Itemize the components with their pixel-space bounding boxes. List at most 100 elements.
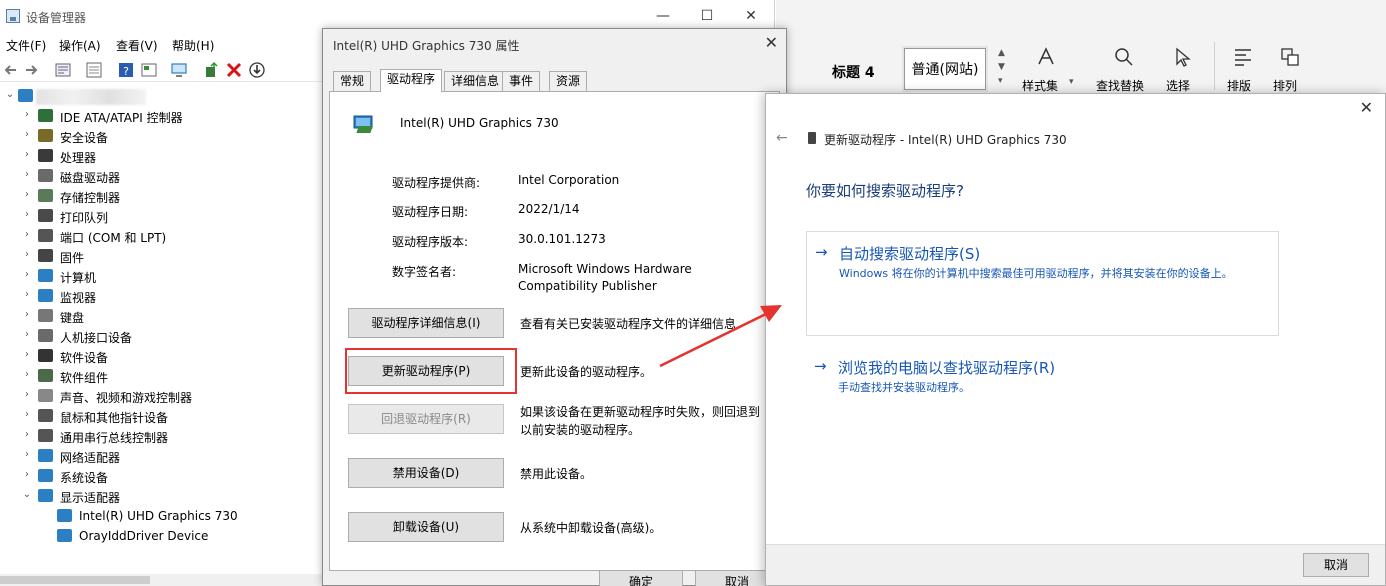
maximize-button[interactable]: ☐	[684, 4, 730, 28]
chevron-right-icon[interactable]: ›	[21, 409, 33, 420]
arrange-icon[interactable]	[1279, 46, 1301, 68]
style-box-normal-web[interactable]: 普通(网站)	[904, 48, 986, 90]
device-category-icon	[38, 389, 53, 402]
chevron-right-icon[interactable]: ›	[21, 329, 33, 340]
close-icon[interactable]: ✕	[765, 33, 778, 52]
tab-driver[interactable]: 驱动程序	[380, 69, 443, 92]
chevron-right-icon[interactable]: ›	[21, 169, 33, 180]
arrow-right-icon: →	[814, 357, 827, 375]
chevron-right-icon[interactable]: ›	[21, 389, 33, 400]
device-category-icon	[38, 329, 53, 342]
update-driver-icon[interactable]	[202, 61, 220, 79]
driver-details-desc: 查看有关已安装驱动程序文件的详细信息	[520, 317, 737, 331]
forward-arrow-icon[interactable]	[22, 61, 40, 79]
back-arrow-icon[interactable]	[2, 61, 20, 79]
list-view-icon[interactable]	[85, 61, 103, 79]
scan-hardware-icon[interactable]	[170, 61, 188, 79]
ribbon-group-find-replace[interactable]: 查找替换	[1096, 77, 1144, 94]
tab-resources[interactable]: 资源	[549, 71, 588, 91]
chevron-right-icon[interactable]: ›	[21, 209, 33, 220]
help-icon[interactable]: ?	[117, 61, 135, 79]
driver-details-button[interactable]: 驱动程序详细信息(I)	[348, 308, 504, 338]
style-set-icon[interactable]	[1035, 46, 1057, 68]
tree-category-label: 端口 (COM 和 LPT)	[60, 231, 167, 245]
auto-search-desc: Windows 将在你的计算机中搜索最佳可用驱动程序，并将其安装在你的设备上。	[839, 267, 1233, 280]
menu-view[interactable]: 查看(V)	[116, 37, 158, 54]
disable-device-desc: 禁用此设备。	[520, 467, 593, 481]
signer-value: Microsoft Windows Hardware Compatibility…	[518, 262, 692, 293]
chevron-right-icon[interactable]: ›	[21, 309, 33, 320]
update-driver-desc: 更新此设备的驱动程序。	[520, 365, 653, 379]
tab-general[interactable]: 常规	[333, 71, 372, 91]
cursor-icon[interactable]	[1172, 46, 1194, 68]
device-manager-title: 设备管理器	[26, 11, 87, 25]
back-arrow-icon[interactable]: ←	[776, 130, 788, 146]
ribbon-group-style-set[interactable]: 样式集	[1022, 77, 1058, 94]
device-name: Intel(R) UHD Graphics 730	[400, 116, 559, 130]
signer-label: 数字签名者:	[392, 265, 457, 279]
display-adapter-icon	[57, 509, 72, 522]
option-auto-search[interactable]: → 自动搜索驱动程序(S) Windows 将在你的计算机中搜索最佳可用驱动程序…	[806, 231, 1279, 336]
device-category-icon	[38, 189, 53, 202]
menu-action[interactable]: 操作(A)	[59, 37, 101, 54]
chevron-right-icon[interactable]: ›	[21, 289, 33, 300]
tab-details[interactable]: 详细信息	[444, 71, 507, 91]
date-value: 2022/1/14	[518, 202, 580, 216]
chevron-right-icon[interactable]: ›	[21, 229, 33, 240]
rollback-driver-button: 回退驱动程序(R)	[348, 404, 504, 434]
close-button[interactable]: ✕	[728, 4, 774, 28]
chevron-right-icon[interactable]: ›	[21, 129, 33, 140]
properties-view-icon[interactable]	[54, 61, 72, 79]
chevron-right-icon[interactable]: ›	[21, 149, 33, 160]
close-icon[interactable]: ✕	[1360, 98, 1373, 117]
style-scroll-arrows[interactable]: ▲ ▼ ▾	[998, 46, 1005, 88]
chevron-right-icon[interactable]: ›	[21, 249, 33, 260]
dialog-footer: 取消	[766, 544, 1385, 585]
device-category-icon	[38, 269, 53, 282]
device-category-icon	[38, 429, 53, 442]
disable-device-icon[interactable]	[248, 61, 266, 79]
auto-search-title[interactable]: 自动搜索驱动程序(S)	[839, 243, 980, 264]
disable-device-button[interactable]: 禁用设备(D)	[348, 458, 504, 488]
provider-value: Intel Corporation	[518, 173, 620, 187]
driver-tab-panel: Intel(R) UHD Graphics 730 驱动程序提供商: Intel…	[329, 91, 780, 571]
layout-icon[interactable]	[1232, 46, 1254, 68]
display-adapter-icon	[353, 115, 373, 133]
device-category-icon	[38, 409, 53, 422]
menu-file[interactable]: 文件(F)	[6, 37, 46, 54]
chevron-right-icon[interactable]: ›	[21, 429, 33, 440]
device-category-icon	[38, 469, 53, 482]
properties-icon[interactable]	[140, 61, 158, 79]
menu-help[interactable]: 帮助(H)	[172, 37, 214, 54]
chevron-down-icon[interactable]: ⌄	[4, 89, 16, 100]
browse-computer-title[interactable]: 浏览我的电脑以查找驱动程序(R)	[838, 357, 1055, 378]
chevron-right-icon[interactable]: ›	[21, 269, 33, 280]
chevron-right-icon[interactable]: ›	[21, 469, 33, 480]
tree-category-label: 鼠标和其他指针设备	[60, 411, 169, 425]
minimize-button[interactable]: —	[640, 4, 686, 28]
ok-button[interactable]: 确定	[599, 570, 683, 586]
uninstall-icon[interactable]	[225, 61, 243, 79]
tab-events[interactable]: 事件	[502, 71, 541, 91]
scrollbar-thumb[interactable]	[0, 576, 150, 584]
chevron-right-icon[interactable]: ›	[21, 189, 33, 200]
chevron-right-icon[interactable]: ›	[21, 109, 33, 120]
cancel-button[interactable]: 取消	[1303, 553, 1369, 577]
chevron-right-icon[interactable]: ›	[21, 449, 33, 460]
search-icon[interactable]	[1113, 46, 1135, 68]
ribbon-group-layout[interactable]: 排版	[1227, 77, 1251, 94]
tree-category-label: 通用串行总线控制器	[60, 431, 169, 445]
device-category-icon	[38, 169, 53, 182]
chevron-right-icon[interactable]: ›	[21, 369, 33, 380]
chevron-right-icon[interactable]: ›	[21, 349, 33, 360]
update-driver-button[interactable]: 更新驱动程序(P)	[348, 356, 504, 386]
tree-category-label: 软件设备	[60, 351, 109, 365]
heading-style-label[interactable]: 标题 4	[832, 62, 875, 82]
svg-text:?: ?	[123, 65, 129, 78]
chevron-down-icon[interactable]: ⌄	[21, 489, 33, 500]
ribbon-group-arrange[interactable]: 排列	[1273, 77, 1297, 94]
ribbon-group-select[interactable]: 选择	[1166, 77, 1190, 94]
version-label: 驱动程序版本:	[392, 235, 469, 249]
device-manager-app-icon	[6, 9, 20, 23]
uninstall-device-button[interactable]: 卸载设备(U)	[348, 512, 504, 542]
